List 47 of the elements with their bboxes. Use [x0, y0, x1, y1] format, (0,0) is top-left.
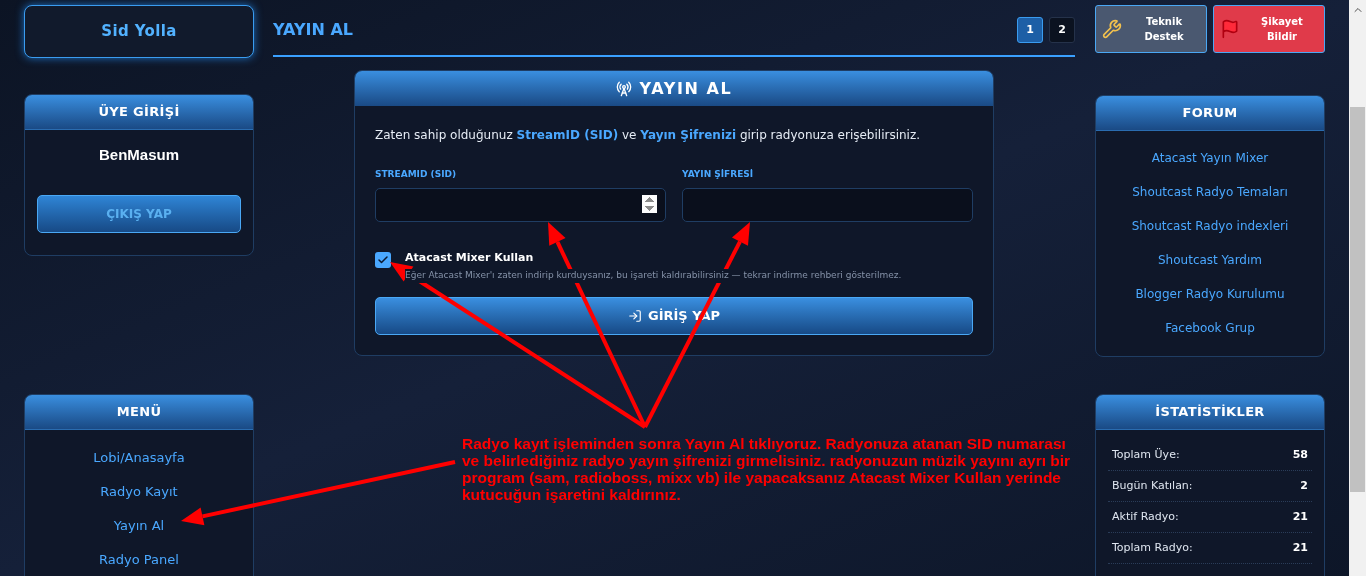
- forum-link[interactable]: Facebook Grup: [1165, 318, 1255, 338]
- forum-link[interactable]: Atacast Yayın Mixer: [1151, 148, 1269, 168]
- panel-title: ÜYE GİRİŞİ: [98, 103, 180, 122]
- sid-input-field[interactable]: [375, 187, 666, 222]
- field-label: STREAMID (SID): [375, 168, 458, 181]
- stat-label: Toplam Radyo:: [1112, 539, 1193, 556]
- complaint-button[interactable]: Şikayet Bildir: [1213, 5, 1325, 53]
- username: BenMasum: [99, 145, 179, 165]
- tools-icon: [1102, 19, 1122, 39]
- forum-link[interactable]: Shoutcast Yardım: [1158, 250, 1262, 270]
- menu-link[interactable]: Lobi/Anasayfa: [93, 448, 185, 468]
- forum-link[interactable]: Shoutcast Radyo indexleri: [1131, 216, 1289, 236]
- menu-link[interactable]: Yayın Al: [113, 516, 165, 536]
- scrollbar[interactable]: [1349, 0, 1366, 576]
- mixer-checkbox[interactable]: [375, 251, 391, 268]
- flag-icon: [1220, 19, 1240, 39]
- stat-label: Toplam Üye:: [1112, 446, 1180, 463]
- page-button[interactable]: 1: [1017, 17, 1043, 43]
- panel-title: İSTATİSTİKLER: [1155, 403, 1265, 422]
- antenna-icon: [615, 80, 632, 97]
- panel-title: MENÜ: [116, 403, 162, 422]
- page-title: YAYIN AL: [273, 19, 353, 41]
- support-button[interactable]: Teknik Destek: [1095, 5, 1207, 53]
- brand-title: Sid Yolla: [101, 21, 177, 43]
- password-input-field[interactable]: [682, 187, 973, 222]
- stat-value: 21: [1292, 539, 1308, 556]
- stat-value: 58: [1292, 446, 1308, 463]
- page-button[interactable]: 2: [1049, 17, 1075, 43]
- panel-title: FORUM: [1182, 104, 1238, 123]
- forum-link[interactable]: Shoutcast Radyo Temaları: [1132, 182, 1288, 202]
- scroll-thumb[interactable]: [1350, 107, 1365, 492]
- sign-in-icon: [628, 308, 642, 323]
- menu-link[interactable]: Radyo Kayıt: [100, 482, 178, 502]
- card-title: YAYIN AL: [639, 77, 733, 100]
- brand-box[interactable]: Sid Yolla: [24, 5, 254, 58]
- menu-link[interactable]: Radyo Panel: [99, 550, 179, 570]
- stat-value: 2: [1300, 477, 1308, 494]
- stat-label: Aktif Radyo:: [1112, 508, 1179, 525]
- field-label: YAYIN ŞİFRESİ: [682, 168, 755, 181]
- check-icon: [377, 253, 389, 266]
- forum-link[interactable]: Blogger Radyo Kurulumu: [1135, 284, 1285, 304]
- stat-label: Bugün Katılan:: [1112, 477, 1193, 494]
- mixer-hint: Eğer Atacast Mixer'ı zaten indirip kurduysanız, bu işareti kaldırabilirsiniz — tekrar indirme rehberi gösterilmez.: [405, 269, 902, 283]
- annotation-text: Radyo kayıt işleminden sonra Yayın Al tıklıyoruz. Radyonuza atanan SID numarası ve belirlediğiniz radyo yayın şifrenizi girmelisiniz. radyonuzun müzik yayını ayrı bir program (sam, radioboss, mixx vb) ile yapacaksanız Atacast Mixer Kullan yerinde kutucuğun işaretini kaldırınız.: [462, 435, 1071, 503]
- stat-value: 21: [1292, 508, 1308, 525]
- intro-text: Zaten sahip olduğunuz StreamID (SID) ve Yayın Şifrenizi girip radyonuza erişebilirsiniz.: [375, 127, 922, 144]
- mixer-label: Atacast Mixer Kullan: [405, 249, 535, 266]
